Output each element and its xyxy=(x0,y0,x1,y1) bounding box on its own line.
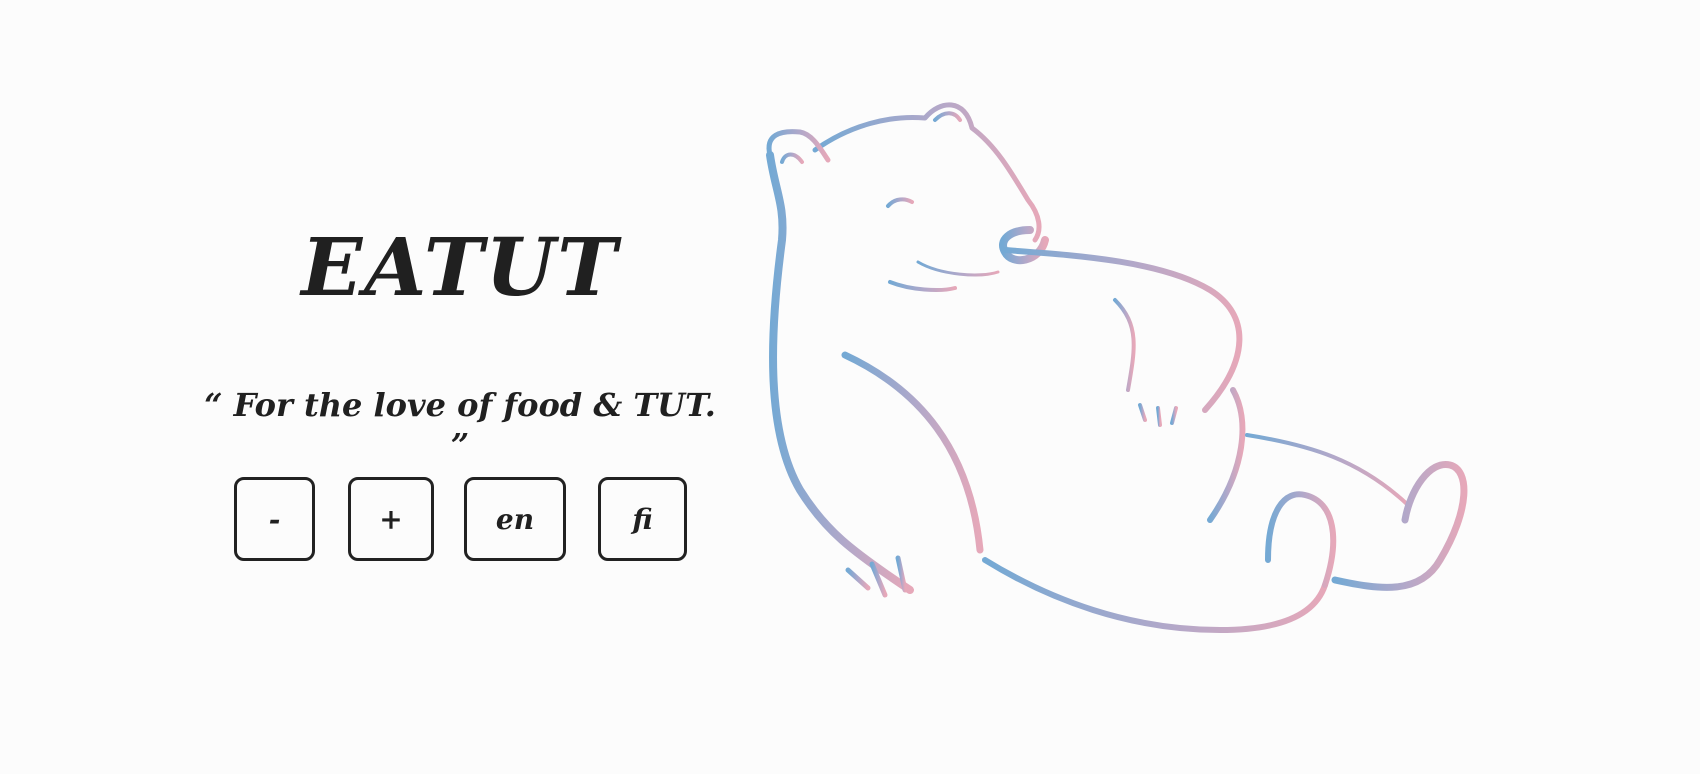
increase-text-size-button[interactable]: + xyxy=(348,477,434,561)
app-title: EATUT xyxy=(301,220,619,314)
bear-head-outline xyxy=(812,102,1042,243)
language-en-button[interactable]: en xyxy=(464,477,566,561)
bear-front-leg xyxy=(841,351,984,554)
bear-claw-2 xyxy=(1156,406,1162,427)
bear-hind-foot xyxy=(1265,491,1337,588)
decrease-text-size-button[interactable]: - xyxy=(234,477,315,561)
bear-belly xyxy=(982,557,1328,633)
bear-claw-3 xyxy=(1170,406,1178,425)
bear-back xyxy=(766,151,914,594)
bear-chin xyxy=(888,280,957,292)
bear-front-claw-1 xyxy=(845,567,871,591)
bear-ear-left-inner xyxy=(780,152,804,164)
bear-hip xyxy=(1207,387,1246,523)
bear-hind-paw xyxy=(1331,461,1468,591)
bear-ear-top xyxy=(933,111,962,122)
hero-text-panel: EATUT “ For the love of food & TUT. ” - … xyxy=(200,0,720,774)
bear-arm xyxy=(1002,247,1243,413)
bear-arm-detail xyxy=(1113,298,1136,392)
bear-eye xyxy=(886,197,914,208)
bear-claw-1 xyxy=(1138,403,1147,422)
polar-bear-illustration xyxy=(766,102,1468,633)
bear-hip-line xyxy=(1245,433,1410,507)
bear-mouth xyxy=(916,260,1000,277)
language-fi-button[interactable]: fi xyxy=(598,477,687,561)
tagline: “ For the love of food & TUT. ” xyxy=(204,386,716,464)
